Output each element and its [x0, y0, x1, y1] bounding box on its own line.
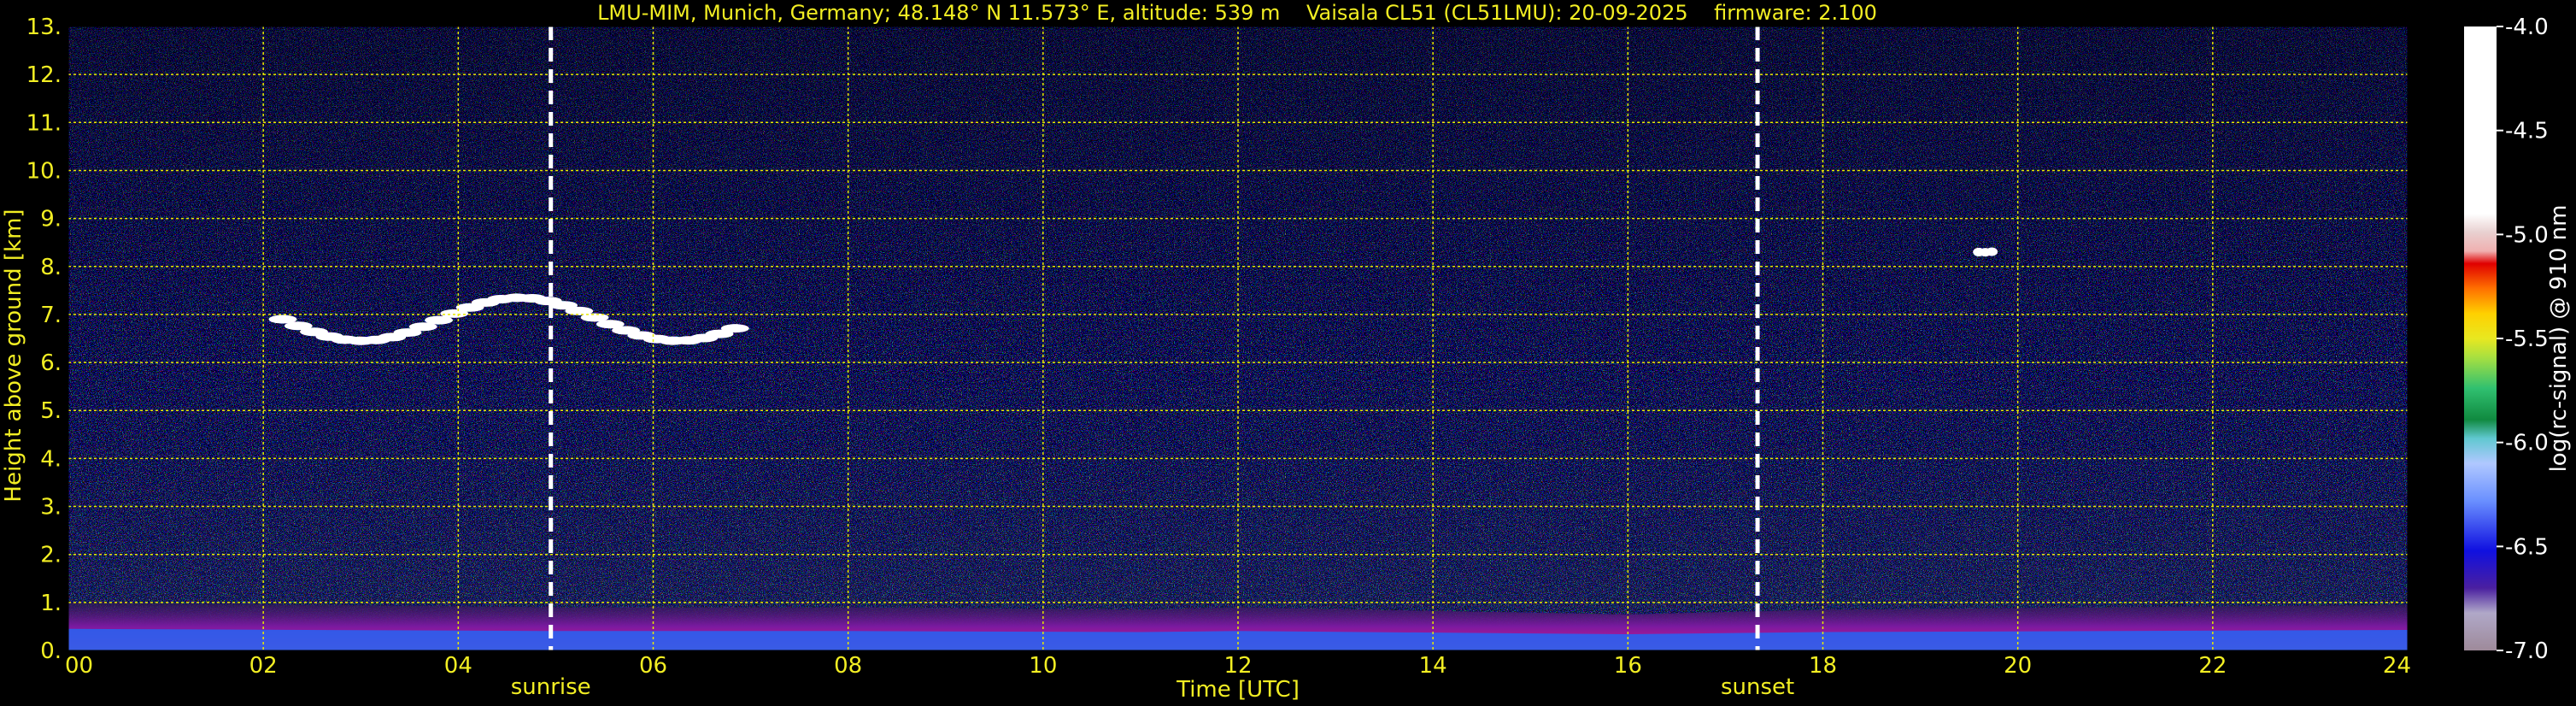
colorbar-tick-label: -6.5: [2505, 534, 2549, 560]
x-tick-label: 02: [249, 653, 278, 679]
colorbar-scale: [2464, 26, 2497, 650]
colorbar-tick-label: -7.0: [2505, 638, 2549, 664]
x-tick-label: 04: [444, 653, 472, 679]
cloud-blob: [720, 324, 749, 333]
x-tick-label: 18: [1809, 653, 1837, 679]
colorbar-label: log(rc-signal) @ 910 nm: [2546, 205, 2572, 473]
y-tick-label: 8.: [40, 255, 62, 280]
y-tick-label: 11.: [26, 110, 62, 136]
y-tick-label: 13.: [26, 15, 62, 40]
y-tick-label: 5.: [40, 398, 62, 424]
y-tick-label: 10.: [26, 158, 62, 184]
y-tick-label: 4.: [40, 446, 62, 472]
y-tick-label: 9.: [40, 207, 62, 232]
x-axis-ticks: 00 02 04 06 08 10 12 14 16 18 20 22 24: [65, 653, 2411, 679]
x-tick-label: 08: [834, 653, 862, 679]
y-tick-label: 3.: [40, 495, 62, 521]
cloud-blob: [1986, 247, 1998, 256]
y-tick-label: 1.: [40, 591, 62, 616]
x-tick-label: 14: [1419, 653, 1447, 679]
x-tick-label: 20: [2004, 653, 2032, 679]
sun-event-labels: sunrise sunset: [511, 674, 1794, 700]
colorbar-tick-label: -5.0: [2505, 222, 2549, 248]
y-tick-label: 7.: [40, 303, 62, 328]
colorbar-ticks: -7.0 -6.5 -6.0 -5.5 -5.0 -4.5 -4.0: [2497, 15, 2549, 664]
x-tick-label: 00: [65, 653, 93, 679]
chart-title: LMU-MIM, Munich, Germany; 48.148° N 11.5…: [597, 1, 1877, 25]
y-axis-label: Height above ground [km]: [1, 209, 26, 502]
y-tick-label: 12.: [26, 62, 62, 88]
y-axis-ticks: 0. 1. 2. 3. 4. 5. 6. 7. 8. 9. 10. 11. 12. 13.: [26, 15, 62, 664]
x-tick-label: 12: [1223, 653, 1252, 679]
x-tick-label: 06: [639, 653, 667, 679]
ceilometer-chart: LMU-MIM, Munich, Germany; 48.148° N 11.5…: [1, 1, 2572, 703]
colorbar: -7.0 -6.5 -6.0 -5.5 -5.0 -4.5 -4.0 log(rc-sign…: [2464, 15, 2572, 664]
x-tick-label: 16: [1614, 653, 1642, 679]
y-tick-label: 2.: [40, 543, 62, 568]
colorbar-tick-label: -5.5: [2505, 327, 2549, 352]
sun-event-label: sunrise: [511, 674, 591, 700]
y-tick-label: 0.: [40, 638, 62, 664]
x-axis-label: Time [UTC]: [1176, 677, 1300, 703]
x-tick-label: 24: [2383, 653, 2411, 679]
y-tick-label: 6.: [40, 350, 62, 376]
x-tick-label: 10: [1029, 653, 1057, 679]
sun-event-label: sunset: [1721, 674, 1794, 700]
colorbar-tick-label: -6.0: [2505, 431, 2549, 456]
x-tick-label: 22: [2198, 653, 2227, 679]
colorbar-tick-label: -4.5: [2505, 119, 2549, 144]
colorbar-tick-label: -4.0: [2505, 15, 2549, 40]
